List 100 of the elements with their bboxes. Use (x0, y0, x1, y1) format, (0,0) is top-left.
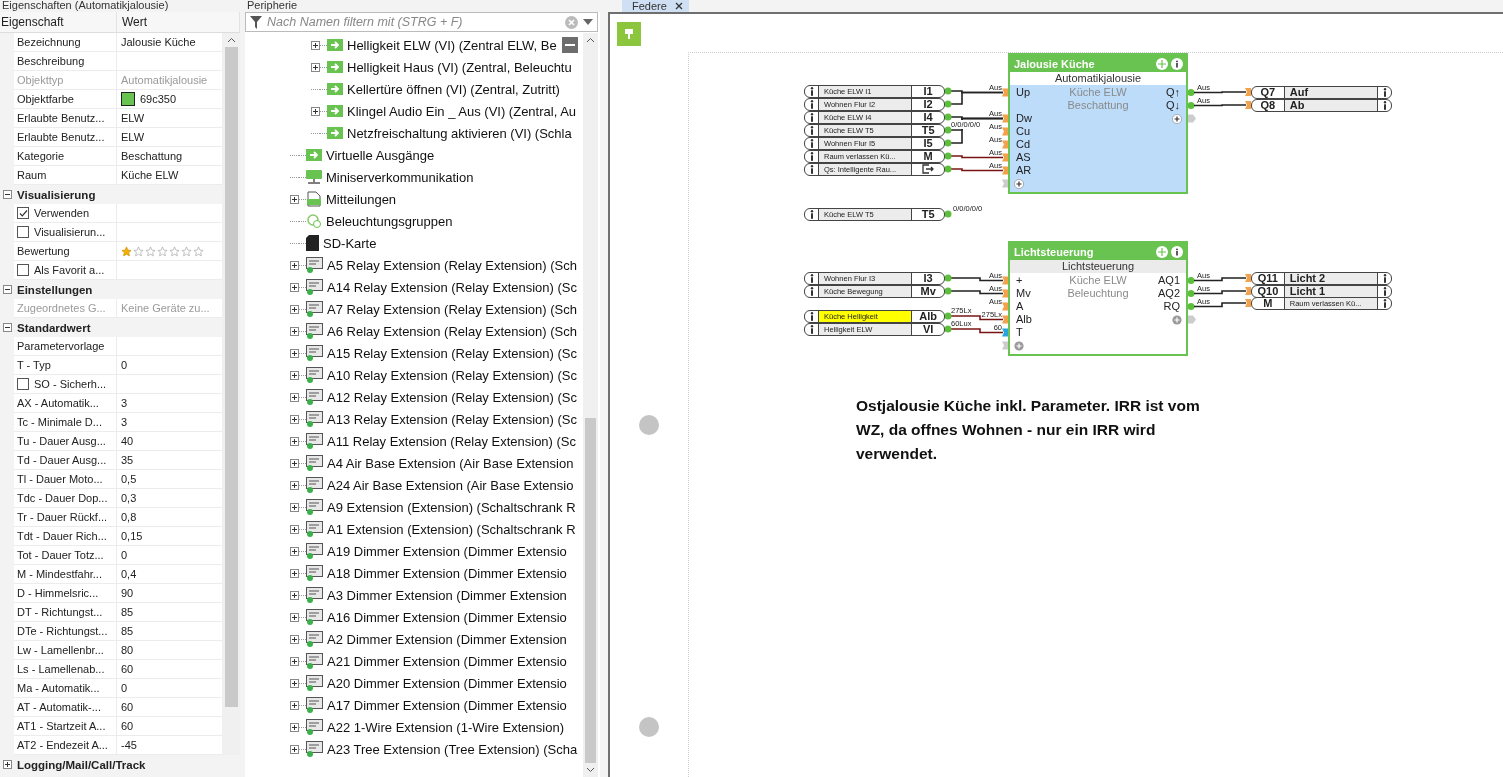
expand-toggle[interactable] (290, 194, 299, 204)
expand-toggle[interactable] (290, 524, 299, 534)
tree-item[interactable]: A9 Extension (Extension) (Schaltschrank R (327, 499, 576, 515)
expand-toggle[interactable] (290, 744, 299, 754)
wire[interactable] (944, 91, 1004, 108)
function-block[interactable]: Lichtsteuerung Lichtsteuerung + Mv A Alb T Küche ELW Beleuchtung AQ1 AQ2 RQ (1008, 241, 1188, 356)
output-reference[interactable]: Q7 Auf (1251, 85, 1392, 99)
tree-item[interactable]: A5 Relay Extension (Relay Extension) (Sch (327, 257, 577, 273)
checkbox[interactable] (17, 226, 29, 238)
diagram-canvas[interactable] (608, 12, 1503, 777)
tree-item[interactable]: A17 Dimmer Extension (Dimmer Extensio (327, 697, 567, 713)
group-header[interactable]: Visualisierung (14, 185, 222, 204)
expand-toggle[interactable] (290, 414, 299, 424)
add-pin-icon[interactable] (1172, 314, 1182, 325)
dropdown-caret-icon[interactable] (583, 19, 593, 25)
expand-toggle[interactable] (290, 634, 299, 644)
color-swatch[interactable] (121, 92, 135, 106)
checkbox[interactable] (17, 378, 29, 390)
expand-toggle[interactable] (290, 546, 299, 556)
tree-item[interactable]: A16 Dimmer Extension (Dimmer Extensio (327, 609, 567, 625)
wire[interactable] (1187, 274, 1251, 284)
tree-item[interactable]: A3 Dimmer Extension (Dimmer Extension (327, 587, 567, 603)
tree-item[interactable]: A24 Air Base Extension (Air Base Extensio (327, 477, 574, 493)
tree-item[interactable]: A15 Relay Extension (Relay Extension) (Sc (327, 345, 577, 361)
tree-item[interactable]: A11 Relay Extension (Relay Extension) (Sc (327, 433, 577, 449)
tree-item[interactable]: A12 Relay Extension (Relay Extension) (Sc (327, 389, 577, 405)
expand-toggle[interactable] (290, 260, 299, 270)
info-icon[interactable] (1171, 245, 1183, 258)
tree-item[interactable]: A14 Relay Extension (Relay Extension) (Sc (327, 279, 577, 295)
info-icon[interactable] (1171, 57, 1183, 70)
add-pin-icon[interactable] (1014, 340, 1024, 351)
expand-toggle[interactable] (290, 392, 299, 402)
wire[interactable] (1187, 88, 1251, 96)
collapse-button[interactable] (562, 37, 578, 53)
expand-toggle[interactable] (290, 370, 299, 380)
tree-item[interactable]: Netzfreischaltung aktivieren (VI) (Schla (347, 125, 572, 141)
tree-item[interactable]: Klingel Audio Ein _ Aus (VI) (Zentral, Au (347, 103, 577, 119)
tree-item[interactable]: Virtuelle Ausgänge (326, 147, 435, 163)
tree-item[interactable]: A13 Relay Extension (Relay Extension) (Sc (327, 411, 577, 427)
tree-item[interactable]: Mitteilungen (326, 191, 397, 207)
function-block[interactable]: Jalousie Küche Automatikjalousie Up Dw Cu Cd AS AR Küche ELW Beschattung Q↑ Q↓ (1008, 53, 1188, 194)
group-header[interactable]: Standardwert (14, 318, 222, 337)
wire[interactable] (944, 117, 1004, 147)
expand-toggle[interactable] (290, 700, 299, 710)
expand-toggle[interactable] (290, 282, 299, 292)
expand-toggle[interactable] (290, 458, 299, 468)
wire[interactable] (944, 312, 1004, 321)
checkbox[interactable] (17, 264, 29, 276)
expand-toggle[interactable] (290, 480, 299, 490)
scrollbar-thumb[interactable] (224, 47, 238, 707)
wire[interactable] (944, 287, 1004, 295)
document-tab[interactable]: Federe (622, 0, 689, 12)
scrollbar-thumb[interactable] (585, 418, 596, 763)
wire[interactable] (1187, 287, 1251, 297)
tree-item[interactable]: Miniserverkommunikation (326, 169, 474, 185)
tree-item[interactable]: A23 Tree Extension (Tree Extension) (Scha (327, 741, 578, 757)
expand-toggle[interactable] (290, 436, 299, 446)
tree-item[interactable]: A1 Extension (Extension) (Schaltschrank R (327, 521, 576, 537)
tree-item[interactable]: A20 Dimmer Extension (Dimmer Extensio (327, 675, 567, 691)
tree-item[interactable]: A2 Dimmer Extension (Dimmer Extension (327, 631, 567, 647)
expand-toggle[interactable] (290, 590, 299, 600)
wire[interactable] (944, 325, 1004, 334)
expand-toggle[interactable] (290, 656, 299, 666)
search-field[interactable]: Nach Namen filtern mit (STRG + F) (245, 12, 598, 32)
wire[interactable] (944, 274, 1004, 282)
collapse-toggle[interactable] (2, 323, 12, 332)
tree-item[interactable]: A21 Dimmer Extension (Dimmer Extensio (327, 653, 567, 669)
expand-toggle[interactable] (311, 40, 320, 50)
collapse-toggle[interactable] (2, 190, 12, 199)
wire[interactable] (1187, 101, 1251, 109)
wire[interactable] (1187, 299, 1251, 310)
expand-toggle[interactable] (2, 760, 12, 769)
tree-item[interactable]: A22 1-Wire Extension (1-Wire Extension) (327, 719, 564, 735)
close-icon[interactable] (674, 2, 683, 10)
checkbox[interactable] (17, 207, 29, 219)
group-header[interactable]: Einstellungen (14, 280, 222, 299)
tree-item[interactable]: A4 Air Base Extension (Air Base Extension (327, 455, 574, 471)
output-reference[interactable]: Q11 Licht 2 (1251, 271, 1392, 285)
tree-item[interactable]: A10 Relay Extension (Relay Extension) (Sc (327, 367, 577, 383)
expand-toggle[interactable] (311, 62, 320, 72)
column-header[interactable]: Eigenschaft (1, 15, 64, 29)
tree-item[interactable]: A19 Dimmer Extension (Dimmer Extensio (327, 543, 567, 559)
tree-item[interactable]: Kellertüre öffnen (VI) (Zentral, Zutritt) (347, 81, 560, 97)
tree-item[interactable]: Helligkeit Haus (VI) (Zentral, Beleuchtu (347, 59, 572, 75)
add-pin-icon[interactable] (1172, 113, 1182, 124)
expand-toggle[interactable] (290, 502, 299, 512)
collapse-toggle[interactable] (2, 285, 12, 294)
expand-toggle[interactable] (290, 348, 299, 358)
tree-item[interactable]: Beleuchtungsgruppen (326, 213, 453, 229)
add-pin-icon[interactable] (1014, 178, 1024, 189)
expand-toggle[interactable] (290, 678, 299, 688)
diagram-note[interactable]: Ostjalousie Küche inkl. Parameter. IRR ist vom WZ, da offnes Wohnen - nur ein IRR wird verwendet. (856, 394, 1206, 466)
expand-toggle[interactable] (311, 106, 320, 116)
tree-item[interactable]: A18 Dimmer Extension (Dimmer Extensio (327, 565, 567, 581)
tree-item[interactable]: Helligkeit ELW (VI) (Zentral ELW, Be (347, 37, 557, 53)
tree-item[interactable]: A6 Relay Extension (Relay Extension) (Sch (327, 323, 577, 339)
expand-toggle[interactable] (290, 304, 299, 314)
expand-toggle[interactable] (290, 326, 299, 336)
tree-item[interactable]: A7 Relay Extension (Relay Extension) (Sch (327, 301, 577, 317)
wire[interactable] (944, 152, 1004, 160)
